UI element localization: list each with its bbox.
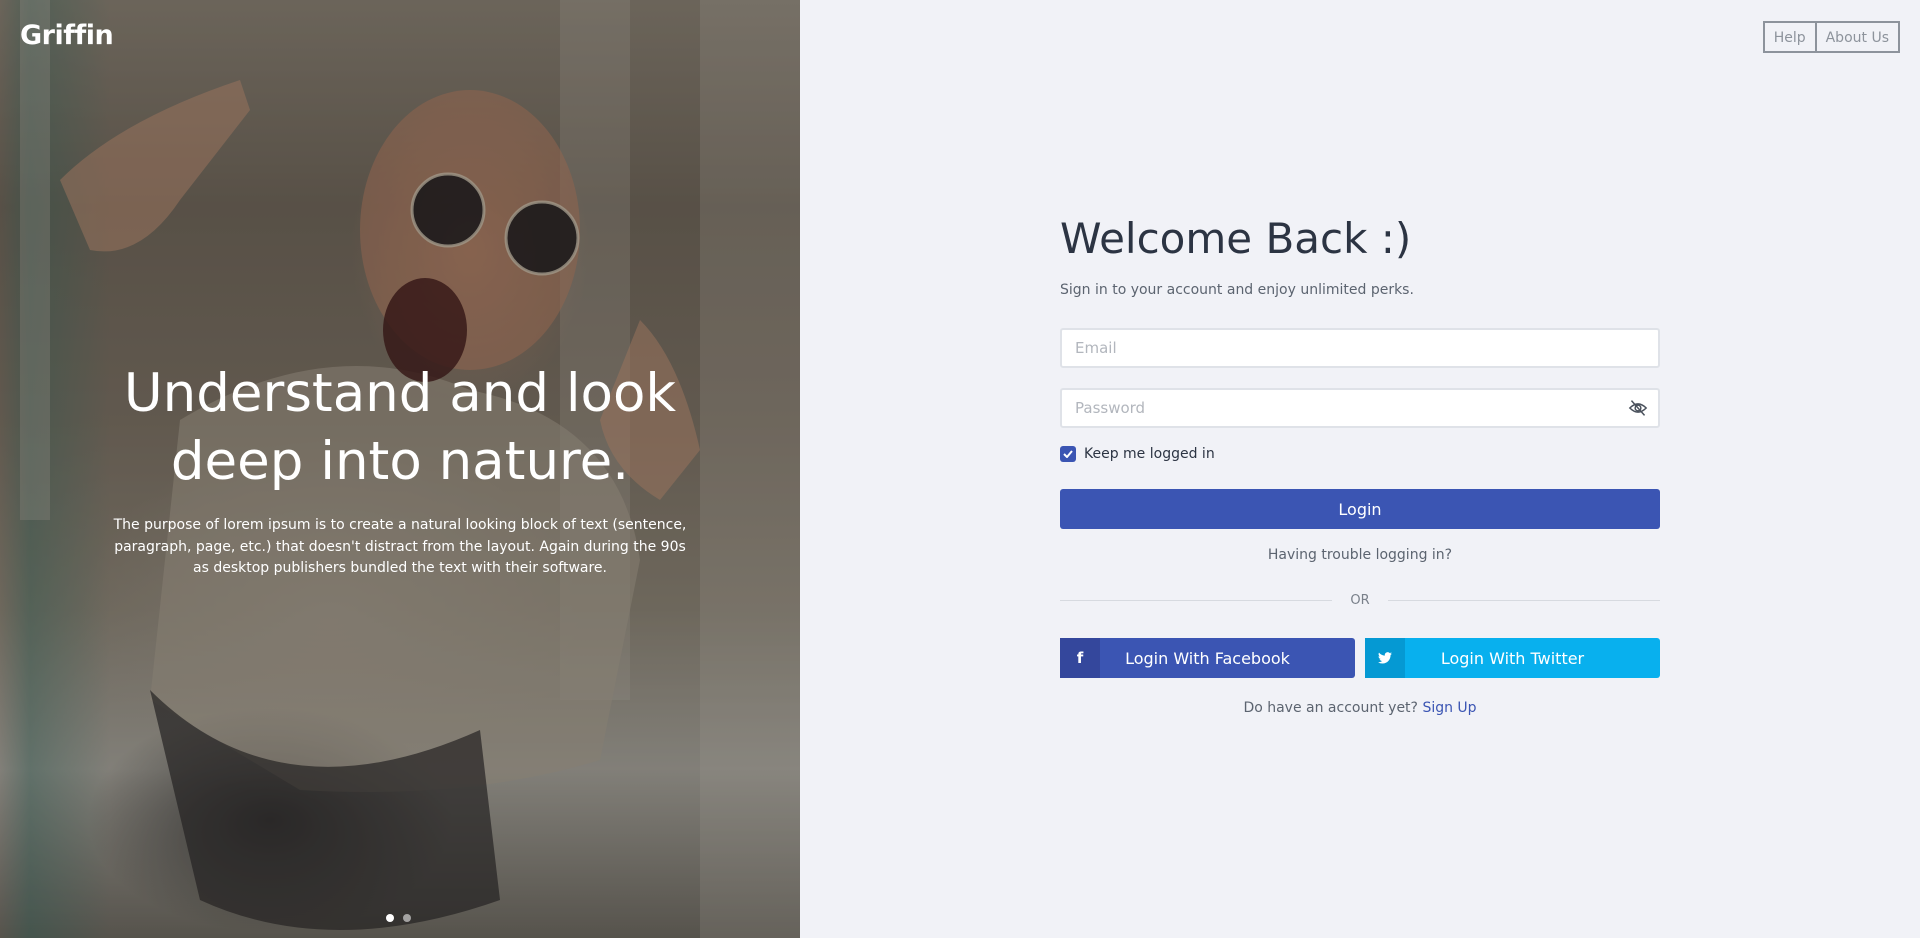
password-input[interactable] [1062, 390, 1658, 426]
remember-me[interactable]: Keep me logged in [1060, 446, 1660, 462]
about-us-link[interactable]: About Us [1816, 21, 1900, 53]
password-field [1060, 388, 1660, 428]
carousel-dot-1[interactable] [386, 914, 394, 922]
remember-label: Keep me logged in [1084, 446, 1215, 462]
carousel-dot-2[interactable] [403, 914, 411, 922]
facebook-icon: f [1060, 638, 1100, 678]
login-form: Welcome Back :) Sign in to your account … [1060, 210, 1661, 716]
hero-title: Understand and look deep into nature. [40, 360, 760, 496]
divider-line-right [1387, 600, 1661, 601]
check-icon [1063, 450, 1073, 458]
facebook-login-button[interactable]: f Login With Facebook [1060, 638, 1355, 678]
login-button[interactable]: Login [1060, 489, 1660, 529]
top-nav: Help About Us [1762, 21, 1900, 53]
email-field [1060, 328, 1660, 368]
signup-link[interactable]: Sign Up [1422, 700, 1476, 716]
logo[interactable]: Griffin [20, 20, 114, 51]
signup-row: Do have an account yet? Sign Up [1060, 700, 1660, 716]
remember-checkbox[interactable] [1060, 446, 1076, 462]
email-input[interactable] [1062, 330, 1658, 366]
signup-prompt: Do have an account yet? [1243, 700, 1418, 716]
facebook-login-label: Login With Facebook [1125, 648, 1290, 668]
hero-title-line1: Understand and look [123, 363, 677, 424]
or-divider: OR [1060, 593, 1661, 608]
hero-text: The purpose of lorem ipsum is to create … [113, 517, 687, 576]
social-login: f Login With Facebook Login With Twitter [1060, 638, 1660, 678]
help-link[interactable]: Help [1762, 21, 1817, 53]
page-subtitle: Sign in to your account and enjoy unlimi… [1060, 282, 1414, 298]
hero-title-line2: deep into nature. [170, 431, 630, 492]
or-label: OR [1350, 593, 1370, 608]
eye-off-icon[interactable] [1628, 399, 1648, 417]
trouble-link[interactable]: Having trouble logging in? [1060, 547, 1660, 563]
carousel-indicators [386, 914, 411, 922]
page-title: Welcome Back :) [1060, 214, 1412, 263]
divider-line-left [1060, 600, 1333, 601]
twitter-icon [1365, 638, 1405, 678]
twitter-login-button[interactable]: Login With Twitter [1365, 638, 1660, 678]
twitter-login-label: Login With Twitter [1440, 648, 1585, 668]
hero-panel: Griffin Understand and look deep into na… [0, 0, 800, 938]
